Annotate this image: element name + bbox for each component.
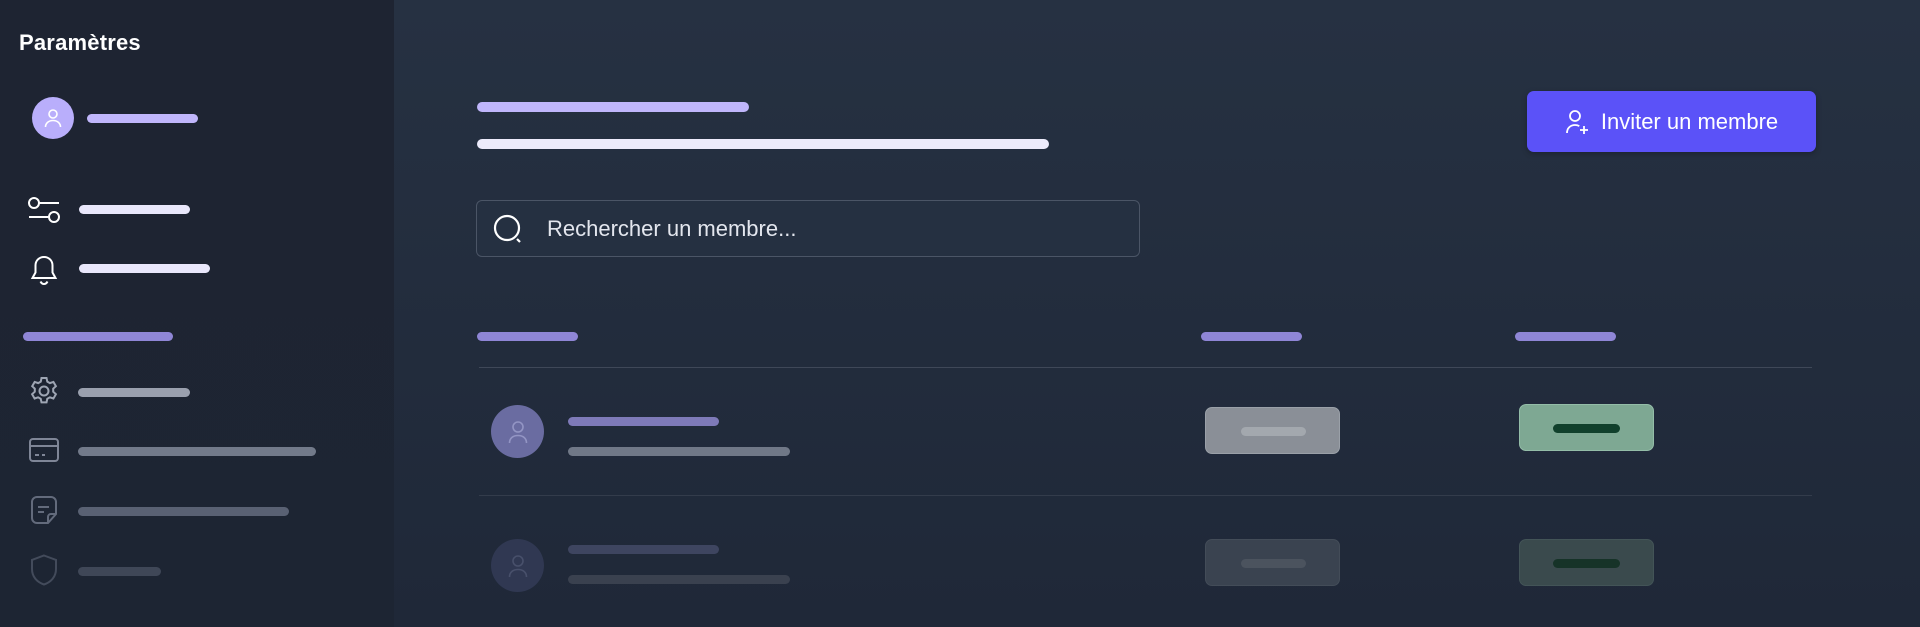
member-name-placeholder (568, 417, 719, 426)
sidebar-item-label (79, 205, 190, 214)
role-badge[interactable] (1205, 407, 1340, 454)
profile-name-placeholder (87, 114, 198, 123)
sidebar-title: Paramètres (19, 30, 141, 55)
user-plus-icon (1565, 109, 1588, 134)
search-icon (493, 214, 525, 246)
sidebar-item-general[interactable] (26, 373, 226, 413)
role-badge-label (1241, 427, 1306, 436)
member-name-placeholder (568, 545, 719, 554)
sidebar-item-label (78, 388, 190, 397)
sidebar-item-notifications[interactable] (26, 250, 226, 290)
sliders-icon (26, 192, 62, 228)
shield-icon (26, 552, 62, 588)
member-email-placeholder (568, 447, 790, 456)
column-header-status (1515, 332, 1616, 341)
page-title (477, 102, 749, 112)
sidebar-item-billing[interactable] (26, 432, 326, 472)
sidebar: Paramètres (0, 0, 394, 627)
invite-member-button[interactable]: Inviter un membre (1527, 91, 1816, 152)
member-email-placeholder (568, 575, 790, 584)
user-icon (508, 420, 527, 443)
bell-icon (26, 252, 62, 288)
sidebar-item-security[interactable] (26, 552, 226, 592)
status-badge-label (1553, 424, 1620, 433)
sidebar-section-heading (23, 332, 173, 341)
search-input[interactable] (545, 201, 1129, 257)
role-badge[interactable] (1205, 539, 1340, 586)
settings-app: Paramètres Inviter un membre Rechercher … (0, 0, 1920, 627)
table-header-divider (479, 367, 1812, 368)
sidebar-item-label (78, 507, 289, 516)
user-icon (44, 109, 62, 128)
status-badge[interactable] (1519, 539, 1654, 586)
sidebar-item-label (78, 567, 161, 576)
sidebar-item-documents[interactable] (26, 492, 326, 532)
sidebar-item-preferences[interactable] (26, 190, 226, 230)
sidebar-item-label (78, 447, 316, 456)
sidebar-item-label (79, 264, 210, 273)
status-badge-label (1553, 559, 1620, 568)
invite-member-label: Inviter un membre (1600, 108, 1779, 134)
avatar (32, 97, 74, 139)
avatar (491, 405, 544, 458)
document-icon (26, 492, 62, 528)
search-field[interactable] (476, 200, 1140, 257)
avatar (491, 539, 544, 592)
status-badge[interactable] (1519, 404, 1654, 451)
column-header-role (1201, 332, 1302, 341)
sidebar-profile[interactable] (30, 96, 210, 140)
role-badge-label (1241, 559, 1306, 568)
table-row-divider (479, 495, 1812, 496)
credit-card-icon (26, 432, 62, 468)
page-subtitle (477, 139, 1049, 149)
user-icon (508, 554, 527, 577)
gear-icon (26, 373, 62, 409)
column-header-member (477, 332, 578, 341)
